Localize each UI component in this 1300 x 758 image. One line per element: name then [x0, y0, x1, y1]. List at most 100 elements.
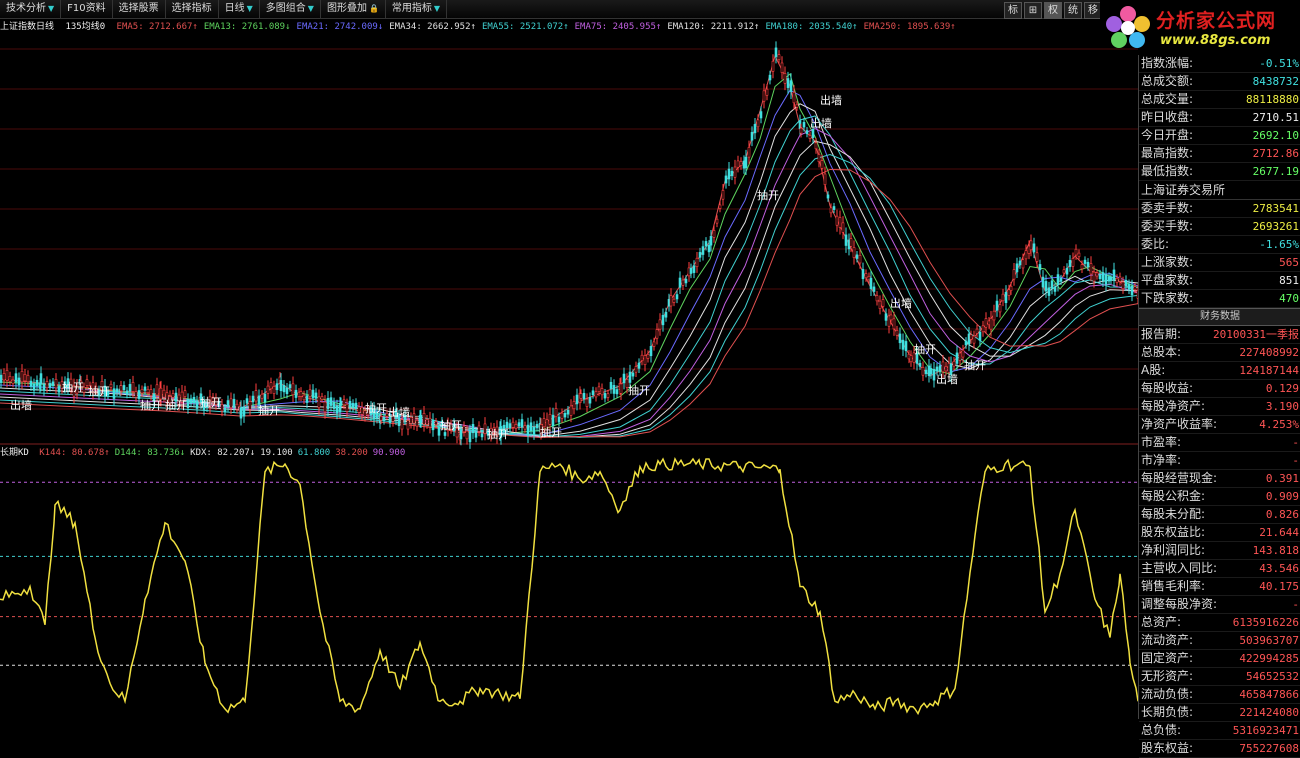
logo-url: www.88gs.com: [1160, 33, 1271, 48]
ema-line: [0, 153, 1139, 438]
quote-row-label: 指数涨幅:: [1141, 56, 1194, 70]
candle-body: [422, 413, 426, 425]
candle-body: [817, 154, 821, 163]
candle-body: [425, 419, 429, 425]
candle-body: [1133, 286, 1137, 291]
candle-body: [572, 401, 576, 410]
daily-button[interactable]: 日线 ▼: [219, 0, 260, 18]
candle-body: [811, 129, 815, 138]
finance-row-value: 0.909: [1265, 490, 1299, 503]
finance-row-value: 755227608: [1239, 742, 1299, 755]
candle-body: [664, 311, 668, 318]
chart-area[interactable]: 出墙 抽开 抽开 抽开 抽开 抽开 抽开 抽开 出墙 抽开 抽开 抽开 抽开 抽开 出墙 出墙 出墙 抽开 出墙 抽开: [0, 31, 1140, 719]
grid-button[interactable]: ⊞: [1024, 2, 1042, 19]
info-panel: 指数涨幅: -0.51% 总成交额: 8438732 总成交量: 88118880 昨日收盘…: [1138, 55, 1300, 758]
quote-rows: 指数涨幅: -0.51% 总成交额: 8438732 总成交量: 88118880 昨日收盘…: [1139, 55, 1300, 181]
chart-signal-label: 抽开: [440, 418, 462, 432]
select-stock-button[interactable]: 选择股票: [113, 0, 166, 18]
candle-body: [1074, 248, 1078, 256]
candle-body: [569, 405, 573, 416]
candle-body: [415, 420, 419, 427]
finance-row-value: 422994285: [1239, 652, 1299, 665]
candle-body: [585, 398, 589, 407]
candle-body: [354, 402, 358, 409]
candle-body: [701, 246, 705, 255]
quote-row: 最低指数: 2677.19: [1139, 163, 1300, 181]
candle-body: [335, 405, 339, 414]
f10-button[interactable]: F10资料: [61, 0, 113, 18]
candle-body: [628, 371, 632, 383]
candle-body: [1004, 292, 1008, 303]
candle-body: [1062, 269, 1066, 274]
candle-body: [995, 300, 999, 311]
candle-body: [643, 355, 647, 365]
candle-body: [692, 265, 696, 273]
candle-body: [655, 329, 659, 339]
candle-body: [941, 361, 945, 373]
candle-body: [51, 381, 55, 386]
daily-label: 日线: [224, 3, 245, 14]
candle-body: [594, 391, 598, 398]
candle-body: [612, 385, 616, 394]
candle-body: [54, 379, 58, 389]
finance-row: 流动负债: 465847866: [1139, 686, 1300, 704]
main-chart-legend: 上证指数日线 135均线0 EMA5: 2712.667↑ EMA13: 2761…: [0, 19, 1138, 32]
overlay-button[interactable]: 图形叠加 🔒: [321, 0, 386, 18]
candle-body: [419, 415, 423, 423]
candle-body: [615, 389, 619, 395]
quote-row-label: 总成交额:: [1141, 74, 1194, 88]
finance-row-label: 市净率:: [1141, 453, 1182, 467]
candle-body: [1038, 264, 1042, 271]
quote-row-label: 委卖手数:: [1141, 201, 1194, 215]
candle-body: [248, 401, 252, 410]
toolbar: 技术分析 ▼ F10资料 选择股票 选择指标 日线 ▼ 多图组合 ▼ 图形叠加 🔒 常用…: [0, 0, 1102, 19]
finance-row-label: 每股净资产:: [1141, 399, 1206, 413]
candle-body: [242, 406, 246, 417]
mark-button[interactable]: 标: [1004, 2, 1022, 19]
multi-chart-button[interactable]: 多图组合 ▼: [260, 0, 321, 18]
rights-button[interactable]: 权: [1044, 2, 1062, 19]
finance-row-value: 43.546: [1259, 562, 1299, 575]
candle-body: [409, 417, 413, 424]
candle-body: [1050, 280, 1054, 289]
candle-body: [861, 269, 865, 280]
ema-line: [0, 89, 1139, 436]
finance-row: 每股经营现金: 0.391: [1139, 470, 1300, 488]
candle-body: [1065, 267, 1069, 275]
candle-body: [480, 433, 484, 438]
select-indicator-button[interactable]: 选择指标: [166, 0, 219, 18]
candle-body: [382, 417, 386, 422]
candle-body: [823, 173, 827, 185]
candle-body: [1130, 285, 1134, 296]
candle-body: [554, 408, 558, 417]
finance-row: 股东权益比: 21.644: [1139, 524, 1300, 542]
candle-body: [1053, 286, 1057, 292]
tech-analysis-label: 技术分析: [6, 3, 46, 14]
ema-line: [0, 127, 1139, 438]
finance-header[interactable]: 财务数据: [1139, 308, 1300, 326]
tech-analysis-button[interactable]: 技术分析 ▼: [0, 0, 62, 18]
candle-body: [320, 396, 324, 400]
common-indicator-label: 常用指标: [391, 3, 432, 14]
candle-body: [944, 366, 948, 372]
candle-body: [245, 398, 249, 404]
candle-body: [678, 277, 682, 288]
candle-body: [35, 379, 39, 387]
candle-body: [582, 393, 586, 400]
candle-body: [762, 90, 766, 102]
stats-button[interactable]: 统: [1064, 2, 1082, 19]
quote-row-value: 2712.86: [1252, 147, 1299, 160]
candle-body: [989, 318, 993, 330]
candle-body: [981, 325, 985, 333]
candle-body: [972, 335, 976, 344]
candle-body: [357, 406, 361, 413]
candle-body: [195, 401, 199, 409]
finance-row: 净利润同比: 143.818: [1139, 542, 1300, 560]
common-indicator-button[interactable]: 常用指标 ▼: [386, 0, 448, 18]
candle-body: [918, 362, 922, 367]
f10-label: F10资料: [67, 3, 106, 14]
candle-body: [1107, 276, 1111, 282]
candle-body: [855, 254, 859, 259]
quote-row: 下跌家数: 470: [1139, 290, 1300, 308]
candle-body: [661, 314, 665, 326]
